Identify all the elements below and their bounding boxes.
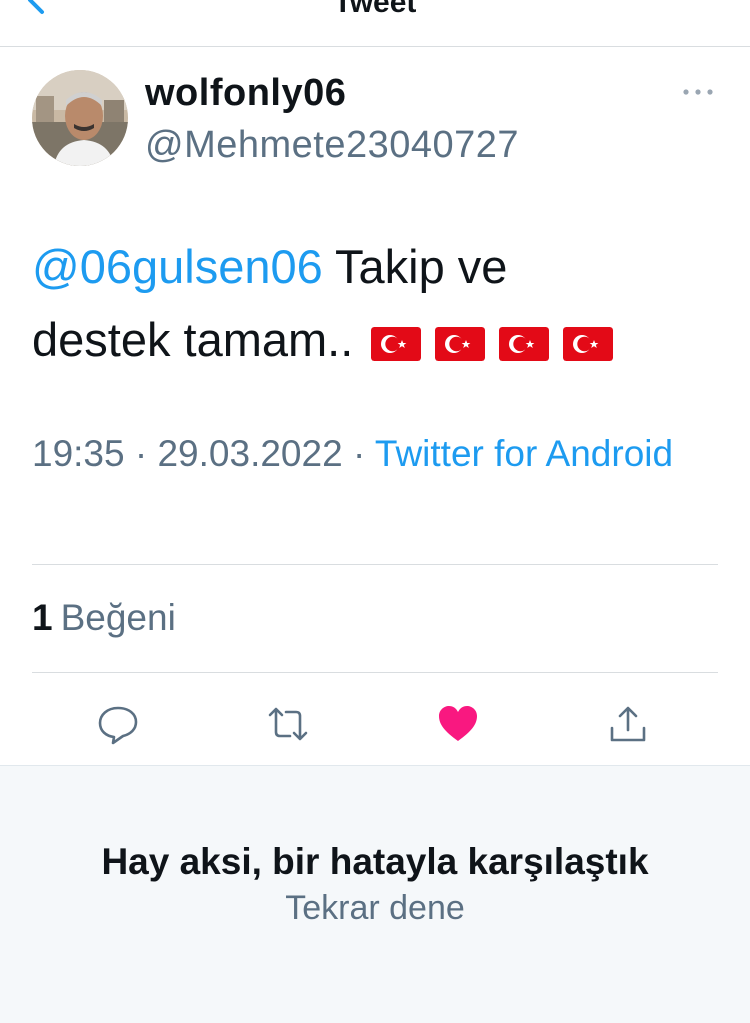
likes-label: Beğeni [60,597,176,638]
avatar[interactable] [32,70,128,166]
more-dots-icon [683,89,713,95]
meta-separator: · [124,433,158,474]
top-nav-bar: Tweet [0,0,750,47]
share-icon [610,706,646,742]
turkey-flag-icon [499,326,550,361]
divider [32,564,718,565]
author-handle[interactable]: @Mehmete23040727 [145,124,519,167]
tweet-meta: 19:35 · 29.03.2022 · Twitter for Android [32,426,722,481]
retweet-icon [268,707,308,741]
author-display-name[interactable]: wolfonly06 [145,72,346,115]
turkey-flag-icon [435,326,486,361]
avatar-image [32,70,128,166]
tweet-time: 19:35 [32,433,125,474]
flag-emojis [371,326,614,361]
tweet-line-2: destek tamam.. [32,303,712,376]
like-button[interactable] [436,702,480,746]
tweet-text-part-1: Takip ve [322,240,508,293]
meta-separator: · [342,433,375,474]
page-title: Tweet [333,0,417,19]
likes-summary[interactable]: 1 Beğeni [32,597,176,639]
tweet-line-1: @06gulsen06 Takip ve [32,230,712,303]
retry-button[interactable]: Tekrar dene [0,889,750,928]
mention-link[interactable]: @06gulsen06 [32,240,323,293]
error-message: Hay aksi, bir hatayla karşılaştık [101,841,649,882]
tweet-text-part-2: destek tamam.. [32,313,354,366]
more-options-button[interactable] [680,80,716,104]
retweet-button[interactable] [266,702,310,746]
reply-button[interactable] [96,702,140,746]
error-panel: Hay aksi, bir hatayla karşılaştık Tekrar… [0,765,750,1023]
divider [32,672,718,673]
tweet-text: @06gulsen06 Takip ve destek tamam.. [32,230,712,376]
likes-count: 1 [32,597,53,638]
turkey-flag-icon [371,326,422,361]
turkey-flag-icon [563,326,614,361]
tweet-date: 29.03.2022 [157,433,343,474]
tweet-source-link[interactable]: Twitter for Android [375,433,673,474]
share-button[interactable] [606,702,650,746]
reply-icon [98,706,138,745]
like-icon [439,706,477,741]
